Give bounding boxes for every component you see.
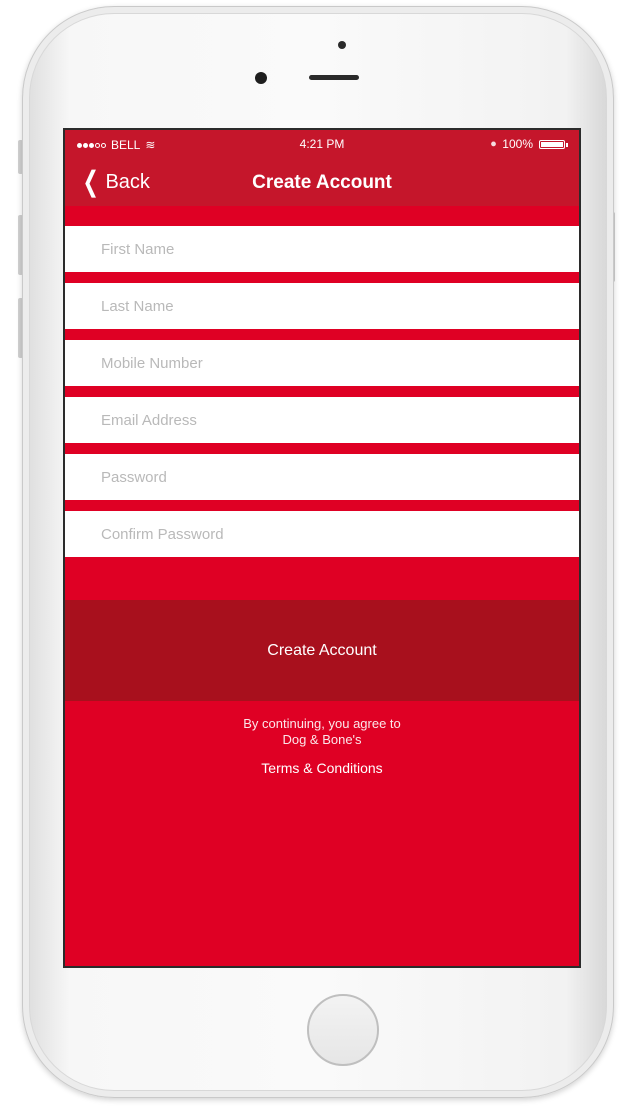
front-camera xyxy=(255,72,267,84)
navigation-bar: ❮ Back Create Account xyxy=(65,160,579,206)
phone-screen: BELL ≋ 4:21 PM ⦁ 100% ❮ Back Create Acco… xyxy=(63,128,581,968)
email-field[interactable] xyxy=(65,397,579,443)
mobile-number-field[interactable] xyxy=(65,340,579,386)
create-account-button[interactable]: Create Account xyxy=(65,600,579,701)
last-name-field[interactable] xyxy=(65,283,579,329)
app-screenshot: BELL ≋ 4:21 PM ⦁ 100% ❮ Back Create Acco… xyxy=(0,0,631,1109)
battery-icon xyxy=(539,139,568,149)
status-bar: BELL ≋ 4:21 PM ⦁ 100% xyxy=(65,130,579,160)
signup-form xyxy=(65,226,579,568)
bluetooth-icon: ⦁ xyxy=(490,137,497,150)
battery-percent: 100% xyxy=(502,137,533,151)
page-title: Create Account xyxy=(252,172,392,193)
proximity-sensor xyxy=(338,41,346,49)
home-button[interactable] xyxy=(307,994,379,1066)
terms-conditions-link[interactable]: Terms & Conditions xyxy=(261,760,382,776)
agree-text-line1: By continuing, you agree to xyxy=(243,716,401,731)
battery-fill xyxy=(541,141,563,147)
earpiece-speaker xyxy=(309,75,359,80)
password-field[interactable] xyxy=(65,454,579,500)
battery-tip xyxy=(566,142,568,147)
first-name-field[interactable] xyxy=(65,226,579,272)
agree-text-line2: Dog & Bone's xyxy=(282,732,362,747)
confirm-password-field[interactable] xyxy=(65,511,579,557)
status-right: ⦁ 100% xyxy=(490,137,568,151)
terms-notice: By continuing, you agree to Dog & Bone's… xyxy=(65,716,579,778)
